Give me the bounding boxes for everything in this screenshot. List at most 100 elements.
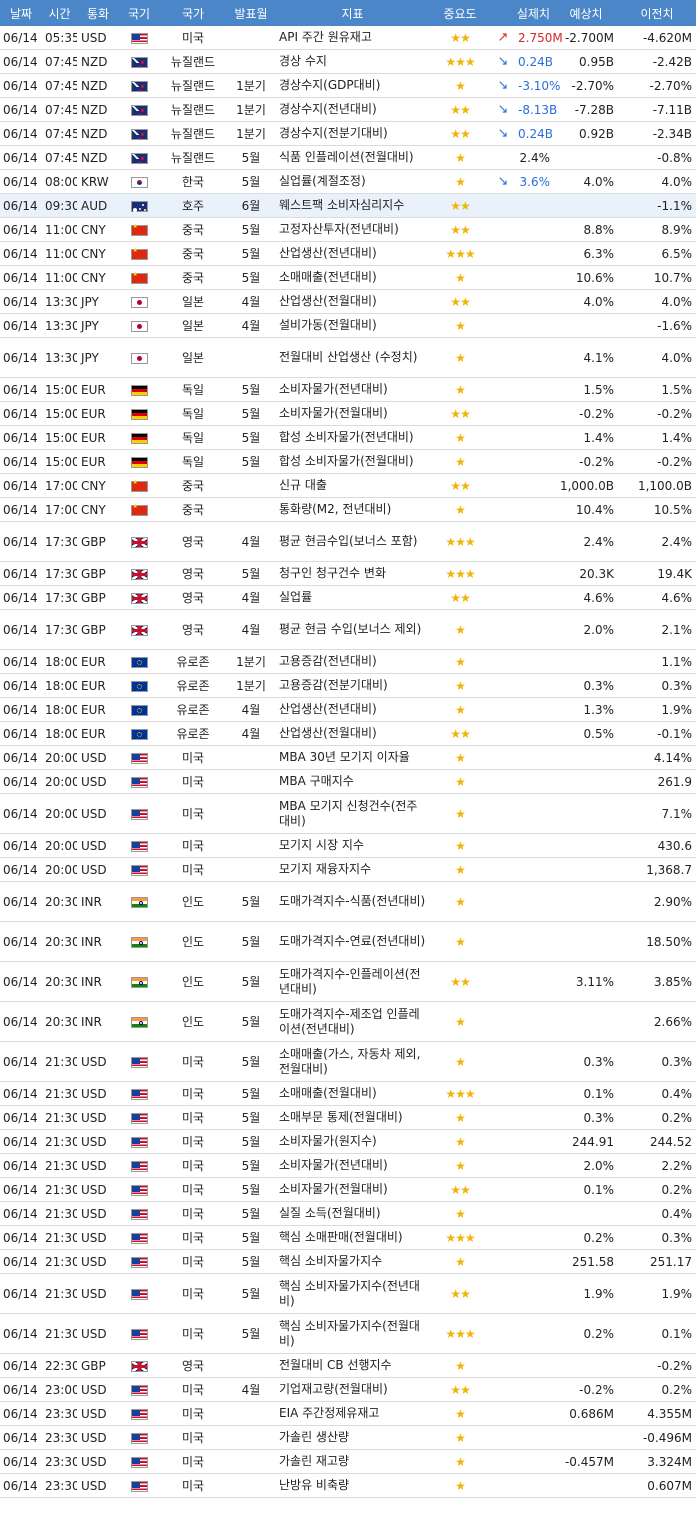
- header-previous[interactable]: 이전치: [618, 0, 696, 26]
- indicator-cell: 도매가격지수-인플레이션(전년대비): [275, 961, 430, 1002]
- table-row[interactable]: 06/14 18:00 EUR 유로존 1분기 고용증감(전분기대비) ★ 0.3% 0.3%: [0, 673, 696, 698]
- table-row[interactable]: 06/14 18:00 EUR 유로존 4월 산업생산(전월대비) ★★ 0.5% -0.1%: [0, 721, 696, 746]
- importance-stars: ★★: [430, 585, 490, 610]
- table-row[interactable]: 06/14 21:30 USD 미국 5월 소매매출(전월대비) ★★★ 0.1% 0.4%: [0, 1081, 696, 1106]
- indicator-cell: 산업생산(전월대비): [275, 289, 430, 314]
- period-cell: 5월: [227, 921, 275, 962]
- cn-flag-icon: [130, 271, 148, 284]
- table-row[interactable]: 06/14 15:00 EUR 독일 5월 소비자물가(전월대비) ★★ -0.2% -0.2%: [0, 401, 696, 426]
- trend-arrow-icon: [490, 745, 516, 770]
- table-row[interactable]: 06/14 20:00 USD 미국 모기지 시장 지수 ★ 430.6: [0, 833, 696, 858]
- header-country[interactable]: 국가: [159, 0, 227, 26]
- table-row[interactable]: 06/1417:00CNY 중국 신규 대출★★ 1,000.0B1,100.0B: [0, 473, 696, 498]
- actual-cell: [516, 1273, 554, 1314]
- table-row[interactable]: 06/14 21:30 USD 미국 5월 핵심 소매판매(전월대비) ★★★ 0.2% 0.3…: [0, 1225, 696, 1250]
- table-row[interactable]: 06/14 20:00 USD 미국 MBA 모기지 신청건수(전주대비) ★ 7.1%: [0, 793, 696, 834]
- table-row[interactable]: 06/14 21:30 USD 미국 5월 핵심 소비자물가지수 ★ 251.58 251.17: [0, 1249, 696, 1274]
- table-row[interactable]: 06/14 23:00 USD 미국 4월 기업재고량(전월대비) ★★ -0.2% 0.2%: [0, 1377, 696, 1402]
- flag-cell: [119, 649, 159, 674]
- header-flag[interactable]: 국기: [119, 0, 159, 26]
- table-row[interactable]: 06/14 17:30 GBP 영국 4월 평균 현금 수입(보너스 제외) ★ 2.0% 2.…: [0, 609, 696, 650]
- date-cell: 06/14: [0, 1425, 42, 1450]
- table-row[interactable]: 06/14 21:30 USD 미국 5월 소매부문 통제(전월대비) ★ 0.3% 0.2%: [0, 1105, 696, 1130]
- table-row[interactable]: 06/14 21:30 USD 미국 5월 소비자물가(전년대비) ★ 2.0% 2.2%: [0, 1153, 696, 1178]
- table-row[interactable]: 06/14 20:00 USD 미국 모기지 재융자지수 ★ 1,368.7: [0, 857, 696, 882]
- table-row[interactable]: 06/14 21:30 USD 미국 5월 실질 소득(전월대비) ★ 0.4%: [0, 1201, 696, 1226]
- table-row[interactable]: 06/14 07:45 NZD 뉴질랜드 1분기 경상수지(전년대비) ★★ ↘ -8.13B -…: [0, 97, 696, 122]
- date-cell: 06/14: [0, 145, 42, 170]
- table-row[interactable]: 06/14 20:30 INR 인도 5월 도매가격지수-인플레이션(전년대비) ★★ 3.1…: [0, 961, 696, 1002]
- currency-cell: JPY: [77, 289, 119, 314]
- header-currency[interactable]: 통화: [77, 0, 119, 26]
- table-row[interactable]: 06/14 18:00 EUR 유로존 4월 산업생산(전년대비) ★ 1.3% 1.9%: [0, 697, 696, 722]
- table-row[interactable]: 06/14 07:45 NZD 뉴질랜드 경상 수지 ★★★ ↘ 0.24B 0.95B -2.4…: [0, 49, 696, 74]
- flag-cell: [119, 769, 159, 794]
- header-indicator[interactable]: 지표: [275, 0, 430, 26]
- actual-cell: [516, 793, 554, 834]
- us-flag-icon: [130, 1456, 148, 1468]
- table-row[interactable]: 06/14 21:30 USD 미국 5월 핵심 소비자물가지수(전월대비) ★★★ 0.2%…: [0, 1313, 696, 1354]
- indicator-cell: 웨스트팩 소비자심리지수: [275, 193, 430, 218]
- date-cell: 06/14: [0, 121, 42, 146]
- forecast-cell: [554, 921, 618, 962]
- table-row[interactable]: 06/1411:00CNY 중국5월소매매출(전년대비)★ 10.6%10.7%: [0, 265, 696, 290]
- table-row[interactable]: 06/14 17:30 GBP 영국 4월 실업률 ★★ 4.6% 4.6%: [0, 585, 696, 610]
- table-row[interactable]: 06/14 20:00 USD 미국 MBA 구매지수 ★ 261.9: [0, 769, 696, 794]
- table-row[interactable]: 06/14 21:30 USD 미국 5월 소비자물가(전월대비) ★★ 0.1% 0.2%: [0, 1177, 696, 1202]
- table-row[interactable]: 06/14 20:30 INR 인도 5월 도매가격지수-식품(전년대비) ★ 2.90%: [0, 881, 696, 922]
- table-row[interactable]: 06/14 05:35 USD 미국 API 주간 원유재고 ★★ ↗ 2.750M -2.70…: [0, 26, 696, 50]
- currency-cell: USD: [77, 1449, 119, 1474]
- table-row[interactable]: 06/14 17:30 GBP 영국 5월 청구인 청구건수 변화 ★★★ 20.3K 19.4…: [0, 561, 696, 586]
- header-importance[interactable]: 중요도: [430, 0, 490, 26]
- time-cell: 20:00: [42, 769, 77, 794]
- actual-cell: [516, 217, 554, 242]
- table-row[interactable]: 06/14 09:30 AUD 호주 6월 웨스트팩 소비자심리지수 ★★ -1.1%: [0, 193, 696, 218]
- header-actual[interactable]: 실제치: [516, 0, 554, 26]
- table-row[interactable]: 06/14 07:45 NZD 뉴질랜드 1분기 경상수지(전분기대비) ★★ ↘ 0.24B 0…: [0, 121, 696, 146]
- table-row[interactable]: 06/14 15:00 EUR 독일 5월 합성 소비자물가(전년대비) ★ 1.4% 1.4%: [0, 425, 696, 450]
- actual-cell: [516, 833, 554, 858]
- header-date[interactable]: 날짜: [0, 0, 42, 26]
- table-row[interactable]: 06/14 20:00 USD 미국 MBA 30년 모기지 이자율 ★ 4.14%: [0, 745, 696, 770]
- period-cell: [227, 793, 275, 834]
- table-row[interactable]: 06/1417:00CNY 중국 통화량(M2, 전년대비)★ 10.4%10.5%: [0, 497, 696, 522]
- country-cell: 미국: [159, 1313, 227, 1354]
- table-row[interactable]: 06/14 13:30 JPY 일본 4월 산업생산(전월대비) ★★ 4.0% 4.0%: [0, 289, 696, 314]
- table-row[interactable]: 06/1411:00CNY 중국5월산업생산(전년대비)★★★ 6.3%6.5%: [0, 241, 696, 266]
- date-cell: 06/14: [0, 401, 42, 426]
- table-row[interactable]: 06/14 13:30 JPY 일본 전월대비 산업생산 (수정치) ★ 4.1% 4.0%: [0, 337, 696, 378]
- arrow-down-icon: ↘: [490, 121, 516, 146]
- table-row[interactable]: 06/14 21:30 USD 미국 5월 핵심 소비자물가지수(전년대비) ★★ 1.9% 1…: [0, 1273, 696, 1314]
- table-row[interactable]: 06/14 20:30 INR 인도 5월 도매가격지수-연료(전년대비) ★ 18.50%: [0, 921, 696, 962]
- flag-cell: [119, 425, 159, 450]
- table-row[interactable]: 06/14 20:30 INR 인도 5월 도매가격지수-제조업 인플레이션(전년대비) ★…: [0, 1001, 696, 1042]
- table-row[interactable]: 06/14 23:30 USD 미국 난방유 비축량 ★ 0.607M: [0, 1473, 696, 1498]
- table-row[interactable]: 06/14 07:45 NZD 뉴질랜드 1분기 경상수지(GDP대비) ★ ↘ -3.10% -…: [0, 73, 696, 98]
- table-row[interactable]: 06/14 07:45 NZD 뉴질랜드 5월 식품 인플레이션(전월대비) ★ 2.4% -0…: [0, 145, 696, 170]
- table-row[interactable]: 06/14 23:30 USD 미국 가솔린 생산량 ★ -0.496M: [0, 1425, 696, 1450]
- table-row[interactable]: 06/14 23:30 USD 미국 가솔린 재고량 ★ -0.457M 3.324M: [0, 1449, 696, 1474]
- previous-cell: 0.2%: [618, 1177, 696, 1202]
- table-row[interactable]: 06/14 21:30 USD 미국 5월 소매매출(가스, 자동차 제외, 전월대비) ★…: [0, 1041, 696, 1082]
- indicator-cell: 소비자물가(전월대비): [275, 1177, 430, 1202]
- table-row[interactable]: 06/14 17:30 GBP 영국 4월 평균 현금수입(보너스 포함) ★★★ 2.4% 2…: [0, 521, 696, 562]
- flag-cell: [119, 697, 159, 722]
- header-forecast[interactable]: 예상치: [554, 0, 618, 26]
- table-row[interactable]: 06/14 15:00 EUR 독일 5월 소비자물가(전년대비) ★ 1.5% 1.5%: [0, 377, 696, 402]
- table-row[interactable]: 06/14 08:00 KRW 한국 5월 실업률(계절조정) ★ ↘ 3.6% 4.0% 4.0%: [0, 169, 696, 194]
- table-row[interactable]: 06/14 23:30 USD 미국 EIA 주간정제유재고 ★ 0.686M 4.355M: [0, 1401, 696, 1426]
- table-row[interactable]: 06/14 13:30 JPY 일본 4월 설비가동(전월대비) ★ -1.6%: [0, 313, 696, 338]
- header-time[interactable]: 시간: [42, 0, 77, 26]
- table-row[interactable]: 06/14 15:00 EUR 독일 5월 합성 소비자물가(전월대비) ★ -0.2% -0.…: [0, 449, 696, 474]
- country-cell: 영국: [159, 585, 227, 610]
- currency-cell: USD: [77, 1425, 119, 1450]
- table-row[interactable]: 06/14 18:00 EUR 유로존 1분기 고용증감(전년대비) ★ 1.1%: [0, 649, 696, 674]
- table-row[interactable]: 06/14 21:30 USD 미국 5월 소비자물가(원지수) ★ 244.91 244.52: [0, 1129, 696, 1154]
- indicator-cell: 핵심 소비자물가지수: [275, 1249, 430, 1274]
- table-row[interactable]: 06/14 22:30 GBP 영국 전월대비 CB 선행지수 ★ -0.2%: [0, 1353, 696, 1378]
- header-period[interactable]: 발표월: [227, 0, 275, 26]
- trend-arrow-icon: [490, 521, 516, 562]
- actual-cell: [516, 1129, 554, 1154]
- table-row[interactable]: 06/1411:00CNY 중국5월고정자산투자(전년대비)★★ 8.8%8.9%: [0, 217, 696, 242]
- period-cell: [227, 337, 275, 378]
